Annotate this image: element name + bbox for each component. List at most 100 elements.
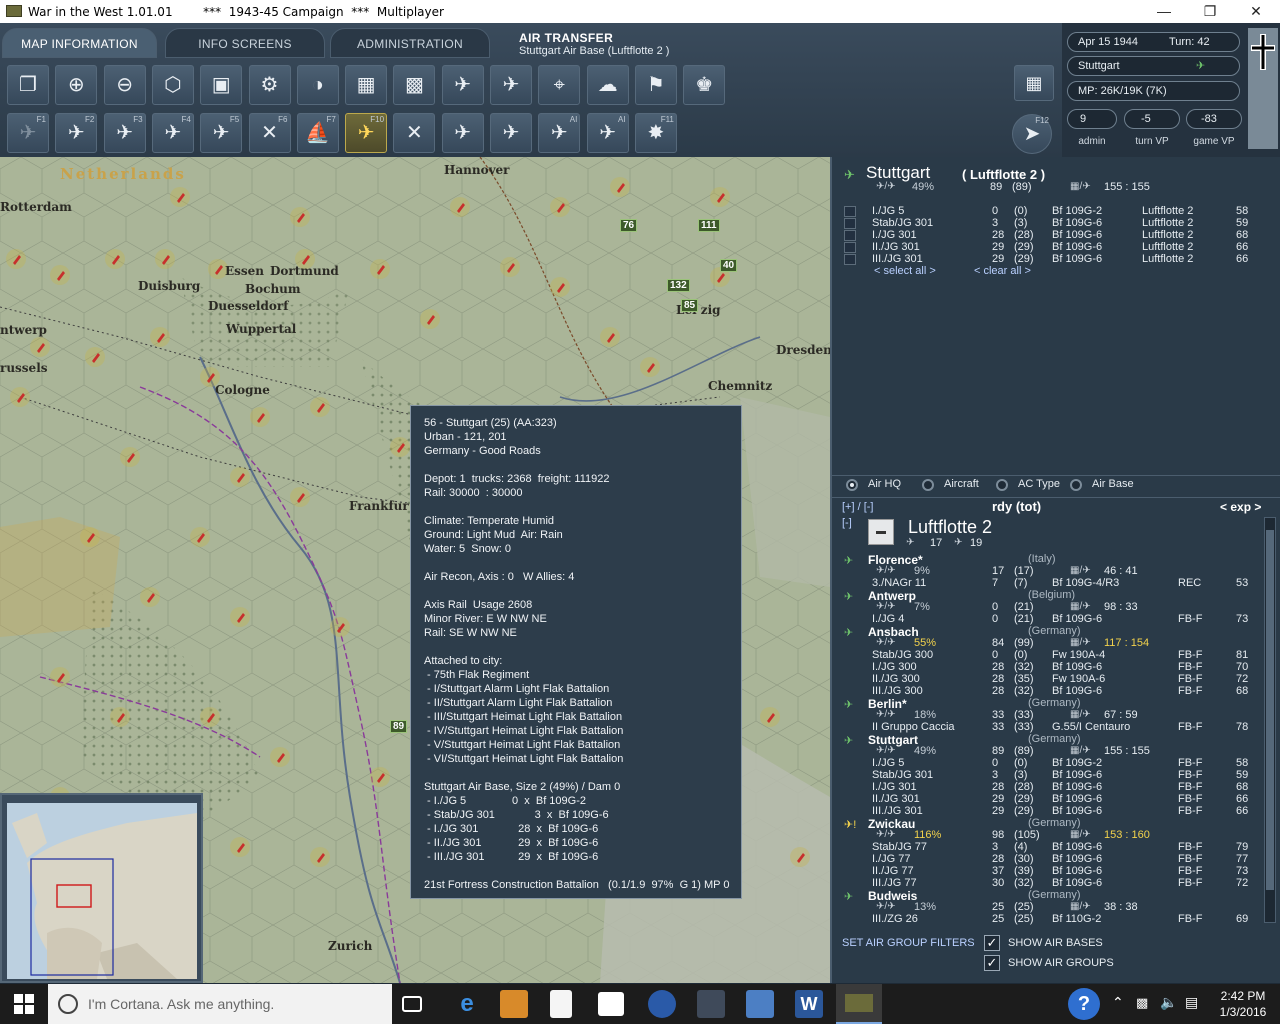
notifications-icon[interactable]: ▤ xyxy=(1185,994,1198,1011)
air-group-name[interactable]: II Gruppo Caccia xyxy=(872,721,955,733)
game-launcher-icon[interactable] xyxy=(697,990,725,1018)
hq-name[interactable]: Luftflotte 2 xyxy=(908,517,992,538)
unit-counter[interactable]: 132 xyxy=(667,279,690,292)
select-group-checkbox[interactable] xyxy=(844,230,856,241)
war-in-the-west-taskbar-button[interactable] xyxy=(836,984,882,1024)
minimap-image[interactable] xyxy=(7,803,197,979)
map-city-wuppertal[interactable]: Wuppertal xyxy=(226,322,296,336)
gear-button[interactable]: ⚙ xyxy=(248,65,291,105)
air-group-name[interactable]: I./JG 4 xyxy=(872,613,904,625)
help-icon[interactable]: ? xyxy=(1068,988,1100,1020)
map-city-chemnitz[interactable]: Chemnitz xyxy=(708,379,772,393)
map-city-dresden[interactable]: Dresden xyxy=(776,343,830,357)
windows-button[interactable]: ❐ xyxy=(7,65,49,105)
bar-chart-icon[interactable]: ▦ xyxy=(1014,65,1054,101)
air-group-name[interactable]: III./JG 77 xyxy=(872,877,917,889)
start-button[interactable] xyxy=(14,994,34,1014)
unit-counter[interactable]: 89 xyxy=(390,720,408,733)
map-city-hannover[interactable]: Hannover xyxy=(444,163,510,177)
unit-counter[interactable]: 85 xyxy=(681,299,699,312)
air-group-name[interactable]: I./JG 5 xyxy=(872,757,904,769)
hp-icon[interactable] xyxy=(648,990,676,1018)
edge-browser-icon[interactable]: e xyxy=(453,990,481,1018)
ai-bomb-button[interactable]: ✈ AI xyxy=(538,113,581,153)
air-losses-button[interactable]: ✈ xyxy=(490,65,532,105)
list-scrollbar[interactable] xyxy=(1264,517,1276,923)
radio-aircraft[interactable] xyxy=(922,479,934,491)
map-city-essen[interactable]: Essen xyxy=(225,264,264,278)
supply-button[interactable]: ▦ xyxy=(345,65,388,105)
minimap[interactable] xyxy=(0,793,203,983)
frame-button[interactable]: ▣ xyxy=(200,65,243,105)
flag-button[interactable]: ⚑ xyxy=(634,65,677,105)
tray-chevron-icon[interactable]: ⌃ xyxy=(1112,994,1124,1011)
air-group-name[interactable]: III./JG 300 xyxy=(872,685,923,697)
air-group-name[interactable]: Stab/JG 301 xyxy=(872,769,933,781)
bomb-button[interactable]: ✈ F3 xyxy=(103,113,146,153)
cortana-search-input[interactable]: I'm Cortana. Ask me anything. xyxy=(48,984,392,1024)
exp-toggle[interactable]: < exp > xyxy=(1220,500,1261,514)
set-air-group-filters[interactable]: SET AIR GROUP FILTERS xyxy=(842,937,975,949)
rail-button[interactable]: ✈ xyxy=(441,113,484,153)
select-group-checkbox[interactable] xyxy=(844,242,856,253)
clear-all-link[interactable]: < clear all > xyxy=(974,265,1031,277)
manpower-button[interactable]: ♚ xyxy=(683,65,726,105)
store-icon[interactable] xyxy=(598,992,624,1016)
air-group-name[interactable]: III./JG 301 xyxy=(872,805,923,817)
interdiction-button[interactable]: ✈ xyxy=(490,113,532,153)
recon-button[interactable]: ⌖ xyxy=(538,65,581,105)
air-group-name[interactable]: Stab/JG 77 xyxy=(872,841,927,853)
ai-plane-button[interactable]: ✈ AI xyxy=(586,113,629,153)
radio-air-hq[interactable] xyxy=(846,479,858,491)
air-group-name[interactable]: II./JG 300 xyxy=(872,673,920,685)
map-city-dortmund[interactable]: Dortmund xyxy=(270,264,339,278)
map-city-rotterdam[interactable]: Rotterdam xyxy=(0,200,72,214)
notepad-icon[interactable] xyxy=(550,990,572,1018)
air-recon-button[interactable]: ✈ F5 xyxy=(200,113,243,153)
network-icon[interactable]: ▩ xyxy=(1136,995,1148,1011)
show-air-bases-checkbox[interactable]: ✓ xyxy=(984,935,1000,951)
city-bomb-button[interactable]: ✈ F4 xyxy=(151,113,194,153)
map-city-duesseldorf[interactable]: Duesseldorf xyxy=(208,299,288,313)
air-transfer-button[interactable]: ✈ F10 xyxy=(345,113,388,153)
select-group-checkbox[interactable] xyxy=(844,254,856,265)
map-city-duisburg[interactable]: Duisburg xyxy=(138,279,200,293)
photos-icon[interactable] xyxy=(746,990,774,1018)
expand-collapse-all[interactable]: [+] / [-] xyxy=(842,501,873,513)
map-city-antwerp[interactable]: ntwerp xyxy=(0,323,47,337)
explosion-button[interactable]: ✸ F11 xyxy=(634,113,677,153)
hex-button[interactable]: ⬡ xyxy=(151,65,194,105)
tab-info-screens[interactable]: INFO SCREENS xyxy=(165,28,325,58)
zoom-out-button[interactable]: ⊖ xyxy=(103,65,146,105)
sweep-button[interactable]: ✕ F6 xyxy=(248,113,291,153)
collapse-hq[interactable]: [-] xyxy=(842,517,852,529)
scrollbar-thumb[interactable] xyxy=(1266,530,1274,890)
group-name[interactable]: Stab/JG 301 xyxy=(872,217,933,229)
air-group-name[interactable]: I./JG 300 xyxy=(872,661,917,673)
map-city-frankfurt[interactable]: Frankfur xyxy=(349,499,409,513)
air-base-list[interactable]: ✈ Florence* (Italy) ✈/✈ 9% 17 (17) ▦/✈ 46 : 41 3.… xyxy=(832,551,1262,927)
end-turn-button[interactable]: ➤ F12 xyxy=(1012,114,1052,154)
unit-filter-button[interactable]: ◑ xyxy=(296,65,339,105)
group-name[interactable]: II./JG 301 xyxy=(872,241,920,253)
air-group-name[interactable]: II./JG 77 xyxy=(872,865,914,877)
taskbar-clock[interactable]: 2:42 PM 1/3/2016 xyxy=(1206,988,1280,1020)
map-city-cologne[interactable]: Cologne xyxy=(215,383,270,397)
zoom-in-button[interactable]: ⊕ xyxy=(55,65,98,105)
maximize-button[interactable]: ❐ xyxy=(1187,0,1233,23)
minimize-button[interactable]: — xyxy=(1141,0,1187,23)
radio-ac-type[interactable] xyxy=(996,479,1008,491)
volume-icon[interactable]: 🔈 xyxy=(1160,994,1177,1011)
group-name[interactable]: III./JG 301 xyxy=(872,253,923,265)
map-city-zurich[interactable]: Zurich xyxy=(328,939,372,953)
air-group-name[interactable]: I./JG 77 xyxy=(872,853,911,865)
air-group-name[interactable]: II./JG 301 xyxy=(872,793,920,805)
word-icon[interactable]: W xyxy=(795,990,823,1018)
unit-counter[interactable]: 76 xyxy=(620,219,638,232)
group-name[interactable]: I./JG 5 xyxy=(872,205,904,217)
task-view-icon[interactable] xyxy=(402,996,422,1012)
group-name[interactable]: I./JG 301 xyxy=(872,229,917,241)
air-group-name[interactable]: III./ZG 26 xyxy=(872,913,918,925)
tab-administration[interactable]: ADMINISTRATION xyxy=(330,28,490,58)
escort-button[interactable]: ✕ xyxy=(393,113,436,153)
